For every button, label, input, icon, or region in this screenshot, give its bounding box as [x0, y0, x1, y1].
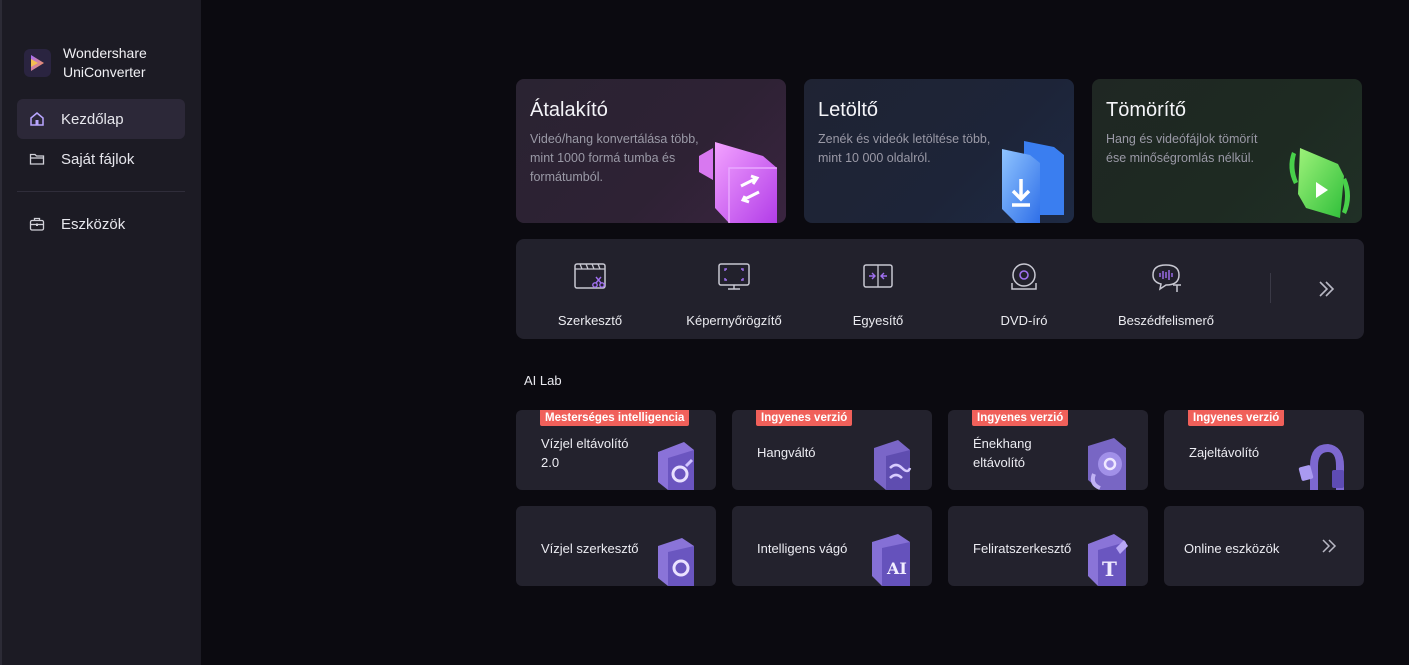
watermark-remover-icon	[658, 442, 694, 490]
divider	[17, 191, 185, 192]
tool-label: Egyesítő	[852, 313, 904, 328]
downloader-icon	[1002, 141, 1064, 223]
sidebar-item-home[interactable]: Kezdőlap	[17, 99, 185, 139]
downloader-card[interactable]: Letöltő Zenék és videók letöltése több, …	[804, 79, 1074, 223]
sidebar-item-label: Kezdőlap	[61, 110, 124, 128]
card-label: Hangváltó	[757, 445, 816, 460]
sidebar-item-tools[interactable]: Eszközök	[17, 204, 185, 244]
converter-card[interactable]: Átalakító Videó/hang konvertálása több, …	[516, 79, 786, 223]
badge: Ingyenes verzió	[972, 410, 1069, 426]
ai-card-watermark-editor[interactable]: Vízjel szerkesztő	[516, 506, 716, 586]
divider	[1270, 273, 1271, 303]
card-label: Online eszközök	[1184, 541, 1280, 556]
ai-card-voice-changer[interactable]: Ingyenes verzió Hangváltó	[732, 410, 932, 490]
card-description: Zenék és videók letöltése több, mint 10 …	[818, 132, 991, 165]
watermark-editor-icon	[658, 538, 694, 586]
ai-card-watermark-remover[interactable]: Mesterséges intelligencia Vízjel eltávol…	[516, 410, 716, 490]
sidebar-item-label: Eszközök	[61, 215, 126, 233]
badge: Ingyenes verzió	[756, 410, 853, 426]
folder-icon	[29, 153, 45, 165]
tool-speech-to-text[interactable]: Beszédfelismerő	[1108, 239, 1224, 339]
chevron-double-right-icon[interactable]	[1314, 277, 1338, 301]
compressor-icon	[1289, 148, 1350, 218]
subtitle-editor-icon: T	[1088, 534, 1128, 586]
tool-label: Szerkesztő	[557, 313, 623, 328]
svg-text:T: T	[1102, 557, 1117, 581]
compressor-card[interactable]: Tömörítő Hang és videófájlok tömörít ése…	[1092, 79, 1362, 223]
svg-text:AI: AI	[886, 559, 907, 578]
sidebar: Wondershare UniConverter Kezdőlap Saját …	[0, 0, 201, 665]
voice-changer-icon	[874, 440, 912, 490]
window-edge	[0, 0, 2, 665]
dvd-burner-icon	[1011, 263, 1037, 290]
uniconverter-logo-icon	[24, 49, 51, 77]
ai-card-vocal-remover[interactable]: Ingyenes verzió Énekhang eltávolító	[948, 410, 1148, 490]
tool-dvd-burner[interactable]: DVD-író	[966, 239, 1082, 339]
ai-lab-heading: AI Lab	[524, 373, 562, 388]
merger-icon	[863, 264, 893, 288]
vocal-remover-icon	[1088, 438, 1126, 490]
converter-icon	[699, 142, 777, 223]
ai-trimmer-icon: AI	[872, 534, 910, 586]
screen-recorder-icon	[718, 263, 750, 290]
sidebar-item-label: Saját fájlok	[61, 150, 135, 168]
brand: Wondershare UniConverter	[24, 44, 173, 82]
tool-label: Beszédfelismerő	[1117, 313, 1215, 328]
noise-remover-icon	[1298, 444, 1344, 490]
sidebar-item-my-files[interactable]: Saját fájlok	[17, 139, 185, 179]
card-label: Zajeltávolító	[1189, 445, 1260, 460]
ai-card-subtitle-editor[interactable]: Feliratszerkesztő T	[948, 506, 1148, 586]
badge: Ingyenes verzió	[1188, 410, 1285, 426]
tool-screen-recorder[interactable]: Képernyőrögzítő	[672, 239, 796, 339]
card-label: Vízjel eltávolító 2.0	[541, 436, 629, 470]
video-editor-icon	[574, 263, 606, 289]
tools-bar: Szerkesztő Képernyőrögzítő Egyesítő DVD-…	[516, 239, 1364, 339]
speech-to-text-icon	[1152, 264, 1181, 292]
ai-card-smart-trimmer[interactable]: Intelligens vágó AI	[732, 506, 932, 586]
ai-card-noise-remover[interactable]: Ingyenes verzió Zajeltávolító	[1164, 410, 1364, 490]
tool-label: Képernyőrögzítő	[686, 313, 782, 328]
chevron-double-right-icon	[1322, 539, 1337, 553]
card-label: Énekhang eltávolító	[973, 436, 1032, 470]
tool-label: DVD-író	[1000, 313, 1048, 328]
tool-editor[interactable]: Szerkesztő	[532, 239, 648, 339]
ai-card-online-tools[interactable]: Online eszközök	[1164, 506, 1364, 586]
card-description: Videó/hang konvertálása több, mint 1000 …	[530, 132, 699, 184]
card-title: Letöltő	[818, 99, 879, 121]
card-title: Tömörítő	[1106, 99, 1187, 121]
app-name: Wondershare UniConverter	[63, 45, 147, 80]
badge: Mesterséges intelligencia	[540, 410, 690, 426]
card-description: Hang és videófájlok tömörít ése minőségr…	[1106, 132, 1258, 165]
card-label: Vízjel szerkesztő	[541, 541, 639, 556]
home-icon	[30, 112, 44, 126]
card-title: Átalakító	[530, 99, 608, 121]
tool-merger[interactable]: Egyesítő	[820, 239, 936, 339]
toolbox-icon	[29, 217, 45, 231]
